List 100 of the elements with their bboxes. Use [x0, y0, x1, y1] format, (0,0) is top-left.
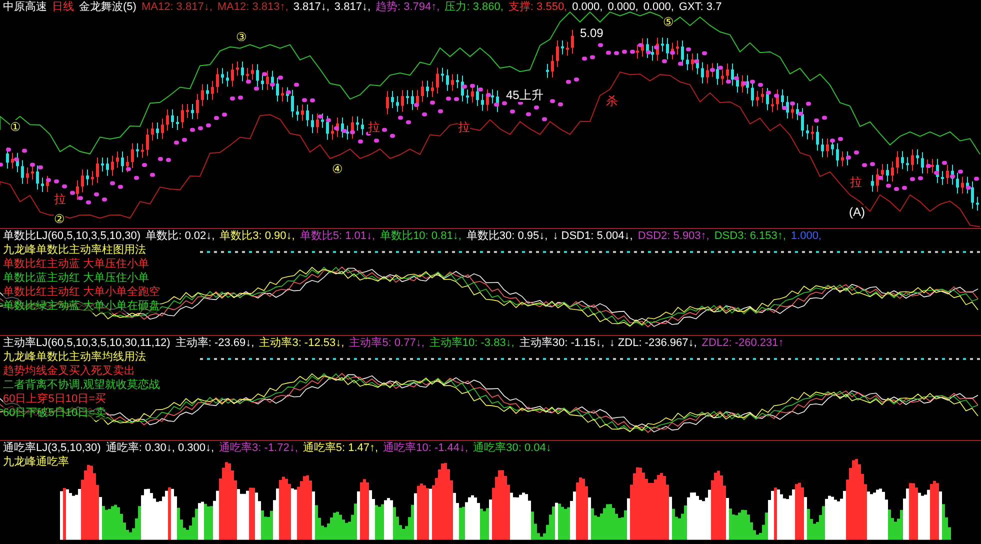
candle	[921, 152, 924, 174]
candle	[81, 169, 84, 193]
candle	[306, 104, 309, 127]
candle	[186, 104, 189, 118]
candle	[821, 138, 824, 158]
legend-text: 主动率: -23.69↓,	[175, 336, 254, 350]
candle	[161, 118, 164, 140]
candle	[746, 74, 749, 94]
candle	[651, 46, 654, 62]
candle	[236, 61, 239, 76]
candle	[931, 158, 934, 174]
legend-text: 金龙舞波(5)	[79, 0, 136, 14]
candle	[196, 93, 199, 120]
candle	[726, 62, 729, 82]
chart-annotation: 拉	[850, 175, 862, 189]
candle	[826, 138, 829, 158]
candle	[691, 52, 694, 71]
candle	[721, 69, 724, 86]
candle	[766, 88, 769, 111]
candle	[226, 71, 229, 88]
candle	[736, 73, 739, 93]
candle	[261, 74, 264, 91]
candle	[266, 70, 269, 91]
candle	[106, 157, 109, 176]
legend-text: MA12: 3.813↑,	[217, 0, 288, 14]
legend-text: 0.000,	[572, 0, 603, 14]
candle	[946, 164, 949, 184]
candle	[686, 53, 689, 71]
candle	[416, 90, 419, 110]
candle	[336, 116, 339, 138]
chart-annotation: 5.09	[580, 26, 604, 40]
legend-text: 单数比5: 1.01↓,	[300, 229, 376, 243]
legend-text: 单数比3: 0.90↓,	[220, 229, 295, 243]
candle	[841, 150, 844, 167]
candle	[956, 172, 959, 194]
candle	[876, 168, 879, 192]
candle	[771, 98, 774, 113]
legend-text: MA12: 3.817↓,	[141, 0, 212, 14]
legend-text: 通吃率LJ(3,5,10,30)	[3, 441, 101, 455]
chart-annotation: ②	[54, 212, 65, 226]
candle	[546, 63, 549, 78]
chart-annotation: ③	[236, 30, 247, 44]
usage-note: 单数比红主动红 大单小单全跑空	[3, 285, 160, 299]
candle	[671, 42, 674, 60]
legend-text: 趋势: 3.794↑,	[376, 0, 440, 14]
legend-text: DSD2: 5.903↑,	[638, 229, 710, 243]
candle	[146, 128, 149, 156]
candle	[646, 38, 649, 59]
candle	[351, 116, 354, 140]
candle	[206, 84, 209, 100]
chart-annotation: ⑤	[663, 15, 674, 29]
legend-text: 单数比30: 0.95↓,	[466, 229, 548, 243]
candle	[341, 116, 344, 138]
usage-note: 九龙峰通吃率	[3, 455, 69, 469]
candle	[971, 180, 974, 210]
candle	[11, 152, 14, 170]
legend-text: ↓ ZDL: -236.967↓,	[609, 336, 697, 350]
candle	[271, 70, 274, 90]
candle	[906, 156, 909, 172]
candle	[476, 84, 479, 107]
candle	[301, 104, 304, 122]
candle	[116, 151, 119, 168]
candle	[326, 115, 329, 140]
candle	[396, 96, 399, 112]
candle	[211, 80, 214, 100]
candle	[391, 90, 394, 109]
candle	[976, 196, 979, 212]
candle	[441, 67, 444, 82]
candle	[86, 169, 89, 186]
chart-annotation: ④	[332, 162, 343, 176]
legend-text: 0.000,	[608, 0, 638, 14]
candle	[286, 86, 289, 102]
candle	[296, 104, 299, 122]
candle	[951, 164, 954, 186]
legend-text: 通吃率5: 1.47↑,	[302, 441, 378, 455]
candle	[111, 155, 114, 176]
candle	[156, 122, 159, 140]
candle	[481, 94, 484, 112]
candle	[316, 113, 319, 134]
candle	[191, 104, 194, 120]
candle	[551, 54, 554, 78]
candle	[796, 102, 799, 121]
candle	[26, 166, 29, 184]
chart-annotation: 拉	[368, 120, 380, 134]
legend-text: 通吃率3: -1.72↓,	[219, 441, 298, 455]
legend-text: 单数比10: 0.81↓,	[380, 229, 462, 243]
candle	[121, 151, 124, 173]
candle	[741, 74, 744, 93]
candle	[926, 158, 929, 174]
candle	[246, 67, 249, 82]
chart-annotation: ①	[10, 120, 21, 134]
candle	[811, 125, 814, 140]
candle	[641, 38, 644, 58]
candle	[776, 88, 779, 111]
candle	[171, 108, 174, 128]
candle	[496, 90, 499, 113]
candle	[761, 88, 764, 104]
legend-text: GXT: 3.7	[678, 0, 722, 14]
candle	[966, 176, 969, 194]
legend-text: ZDL2: -260.231↑	[702, 336, 784, 350]
